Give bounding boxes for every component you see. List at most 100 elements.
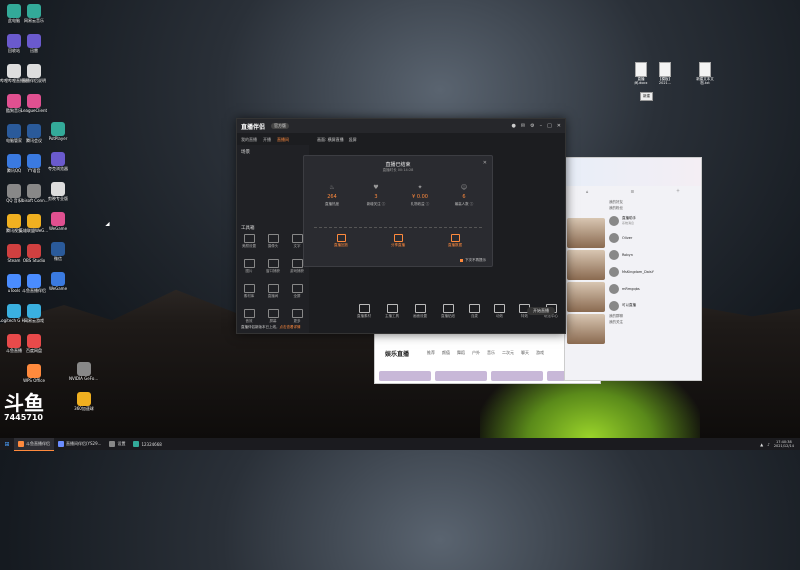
tab-start[interactable]: 开播 (263, 137, 271, 143)
stat-label: 直播热度 (325, 202, 339, 206)
desktop-icon[interactable]: WeGame (44, 210, 72, 240)
contact-item[interactable]: 可以直播 (609, 297, 697, 314)
mail-icon[interactable]: ✉ (521, 123, 525, 129)
tool-button[interactable]: 屏幕 (261, 309, 285, 324)
tool-button[interactable]: 素材库 (237, 284, 261, 299)
tool-button[interactable]: 全屏 (285, 284, 309, 299)
clock[interactable]: 17:40:38 2021/12/14 (774, 440, 794, 448)
tool-button[interactable]: 更多 (285, 309, 309, 324)
minimize-icon[interactable]: – (540, 123, 543, 129)
add-icon[interactable]: ＋ (676, 188, 680, 194)
tool-icon (267, 309, 279, 318)
app-icon (7, 184, 21, 198)
settings-icon[interactable]: ⚙ (530, 123, 534, 129)
version-badge: 官方版 (271, 123, 290, 129)
stream-card[interactable] (491, 371, 543, 381)
volume-icon[interactable]: ♪ (767, 442, 770, 447)
ent-nav-item[interactable]: 推荐 (427, 350, 435, 356)
close-icon[interactable]: ✕ (483, 160, 487, 166)
ent-nav-item[interactable]: 聊天 (521, 350, 529, 356)
app-icon (18, 440, 24, 447)
orientation-portrait[interactable]: 竖屏 (349, 137, 357, 143)
tool-icon (243, 234, 255, 243)
desktop-icon[interactable]: 360加速球 (70, 390, 98, 420)
streamer-photo[interactable] (567, 314, 605, 344)
contact-item[interactable]: mRmgqbs (609, 280, 697, 297)
orientation-landscape[interactable]: 画面: 横屏直播 (317, 137, 344, 143)
desktop-icon[interactable]: 微信 (44, 240, 72, 270)
desktop-icon[interactable]: 剪映专业版 (44, 180, 72, 210)
desktop-icon[interactable]: 直播伴侣说明 (20, 62, 48, 92)
desktop-icon[interactable]: NVIDIA GeForce Experience (69, 360, 99, 390)
contact-item[interactable]: MsKingdom_DaisY (609, 263, 697, 280)
action-icon (393, 234, 403, 242)
ent-nav-item[interactable]: 二次元 (502, 350, 514, 356)
notice-link[interactable]: 点击查看详情 (280, 325, 301, 329)
dont-show-checkbox[interactable]: 下次不再提示 (460, 258, 486, 263)
streamer-photo[interactable] (567, 218, 605, 248)
desktop-icon[interactable]: 迅雷 (20, 32, 48, 62)
tool-button[interactable]: 图片 (237, 259, 261, 274)
maximize-icon[interactable]: □ (547, 123, 552, 129)
windows-start-icon[interactable]: ⊞ (0, 441, 14, 448)
network-icon[interactable]: ▲ (760, 442, 763, 447)
stream-card[interactable] (435, 371, 487, 381)
stream-card[interactable] (379, 371, 431, 381)
scene-section: 场景 (241, 150, 250, 155)
tab-my-live[interactable]: 我的直播 (241, 137, 257, 143)
desktop-doc-1[interactable]: 直播间.docx (632, 62, 650, 85)
chat-panel[interactable]: ⌂ ☰ ＋ 我的好友 我的粉丝 直播助手 系统消息 Oliver Robyn MsKin… (564, 157, 702, 381)
avatar[interactable]: ● (512, 123, 516, 129)
tool-button[interactable]: 直播间 (261, 284, 285, 299)
tool-button[interactable]: 摄像头 (261, 234, 285, 249)
tool-button[interactable]: 直播素材 (357, 304, 371, 319)
dialog-action-button[interactable]: 分享直播 (391, 234, 405, 248)
ent-nav-item[interactable]: 舞蹈 (457, 350, 465, 356)
tool-button[interactable]: 连麦 (469, 304, 480, 319)
tool-button[interactable]: 主播工具 (385, 304, 399, 319)
tab-room[interactable]: 直播间 (277, 137, 289, 143)
tool-button[interactable]: 音效 (237, 309, 261, 324)
start-live-button[interactable]: 开始直播 (527, 307, 555, 315)
tool-button[interactable]: 动效 (494, 304, 505, 319)
desktop-icon[interactable]: PotPlayer (44, 120, 72, 150)
taskbar-item-4[interactable]: 12324668 (129, 438, 165, 450)
system-tray: ▲ ♪ 17:40:38 2021/12/14 (760, 440, 800, 448)
tool-label: 直播素材 (357, 314, 371, 318)
contact-item[interactable]: Robyn (609, 246, 697, 263)
taskbar-item-1[interactable]: 斗鱼直播伴侣 (14, 437, 54, 451)
desktop-icon[interactable]: 网易云音乐 (20, 2, 48, 32)
desktop-doc-3[interactable]: 新建文本文档.txt (696, 62, 714, 85)
close-icon[interactable]: ✕ (557, 123, 561, 129)
tool-label: 直播间 (267, 294, 279, 298)
ent-nav-item[interactable]: 游戏 (536, 350, 544, 356)
contact-item[interactable]: 直播助手 系统消息 (609, 212, 697, 229)
streamer-photo[interactable] (567, 250, 605, 280)
dialog-action-button[interactable]: 直播回放 (334, 234, 348, 248)
desktop-doc-2[interactable]: 【模板】2021... (656, 62, 674, 85)
tool-label: 素材库 (243, 294, 255, 298)
tool-button[interactable]: 画面设置 (413, 304, 427, 319)
ent-nav-item[interactable]: 户外 (472, 350, 480, 356)
taskbar-item-3[interactable]: 设置 (105, 438, 129, 450)
stat-item: ♨ 264 直播热度 (312, 184, 352, 206)
desktop-icon[interactable]: LeagueClient (20, 92, 48, 122)
desktop-icon[interactable]: WeGame (44, 270, 72, 300)
tool-button[interactable]: 窗口捕获 (261, 259, 285, 274)
desktop-icon-label: 夸克浏览器 (48, 166, 68, 171)
taskbar-item-2[interactable]: 直播间伴侣(YS29... (54, 438, 105, 450)
window-controls: ● ✉ ⚙ – □ ✕ (512, 123, 562, 129)
home-icon[interactable]: ⌂ (586, 189, 589, 194)
contact-item[interactable]: Oliver (609, 229, 697, 246)
tool-button[interactable]: 直播贴纸 (441, 304, 455, 319)
dialog-action-button[interactable]: 直播数据 (448, 234, 462, 248)
tool-label: 图片 (245, 269, 253, 273)
ent-nav-item[interactable]: 音乐 (487, 350, 495, 356)
avatar (609, 249, 619, 260)
tool-button[interactable]: 美颜设置 (237, 234, 261, 249)
checkbox-icon[interactable] (460, 259, 463, 262)
streamer-photo[interactable] (567, 282, 605, 312)
desktop-icon[interactable]: 夸克浏览器 (44, 150, 72, 180)
ent-nav-item[interactable]: 颜值 (442, 350, 450, 356)
contacts-icon[interactable]: ☰ (630, 189, 634, 194)
